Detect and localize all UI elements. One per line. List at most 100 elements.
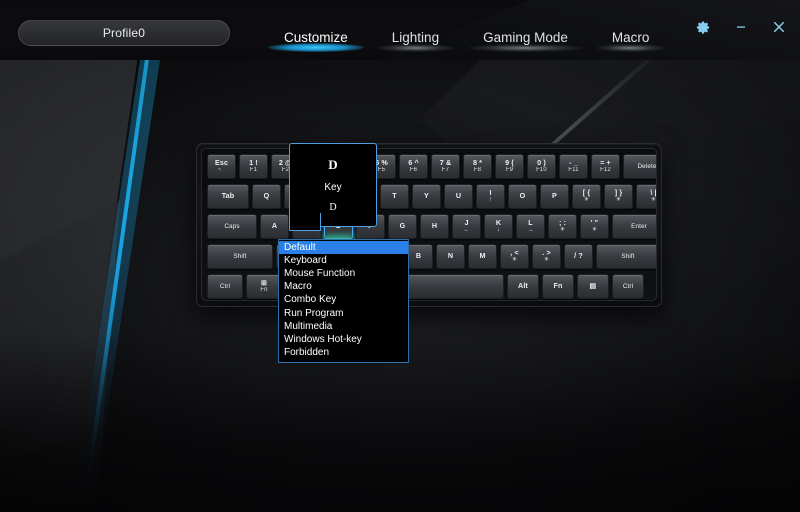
tab-macro[interactable]: Macro [590,30,672,54]
key-7-f7[interactable]: 7 & F7 [431,154,460,179]
dropdown-item-default[interactable]: Default [279,241,408,255]
key-legend-secondary: F12 [600,167,611,174]
key-legend-primary: \ | [650,188,657,198]
key-legend-secondary: F2 [281,167,290,174]
key-y[interactable]: Y [412,184,441,209]
keyboard-chassis: Esc~ `1 !F12 @F23 #F34 $F45 %F56 ^F67 &F… [196,143,662,307]
key-legend-secondary: ☀ [583,197,590,204]
settings-gear-button[interactable] [692,16,714,38]
key-legend-secondary: F10 [536,167,547,174]
key-key-fn[interactable]: ⊞ Fn [246,274,282,299]
key-shift[interactable]: Shift [596,244,656,269]
key-legend-primary: Ctrl [622,282,634,290]
key-function-dropdown[interactable]: Default Keyboard Mouse Function Macro Combo … [278,239,409,363]
key-legend-primary: K [495,218,502,228]
key-tab[interactable]: Tab [207,184,249,209]
key-legend-primary: Caps [224,222,240,230]
key-key-[interactable]: \ | ☀ [636,184,657,209]
key-legend-secondary: F7 [441,167,450,174]
key-key-[interactable]: ' " ☀ [580,214,609,239]
key-t[interactable]: T [380,184,409,209]
key-legend-secondary: ~ ` [217,167,226,174]
dropdown-item-mouse-function[interactable]: Mouse Function [279,267,408,280]
key-g[interactable]: G [388,214,417,239]
key-key-[interactable]: . > ☀ [532,244,561,269]
tab-customize[interactable]: Customize [262,30,370,54]
profile-value: Profile0 [102,26,146,40]
dropdown-item-keyboard[interactable]: Keyboard [279,254,408,267]
key-ctrl[interactable]: Ctrl [207,274,243,299]
key-o[interactable]: O [508,184,537,209]
key-legend-primary: J [464,218,469,228]
key-9-f9[interactable]: 9 (F9 [495,154,524,179]
key-legend-primary: T [392,191,397,201]
key-legend-secondary: ☀ [543,257,550,264]
key-key-[interactable]: ] } ☀ [604,184,633,209]
key-ctrl[interactable]: Ctrl [612,274,644,299]
profile-input[interactable]: Profile0 [18,20,230,46]
key-key-[interactable]: [ {☀ [572,184,601,209]
dropdown-item-forbidden[interactable]: Forbidden [279,347,408,360]
key-delete[interactable]: Delete [623,154,657,179]
key-legend-primary: Alt [518,281,528,291]
key-legend-primary: 7 & [439,158,452,168]
key-key[interactable]: ▤ [577,274,609,299]
key-legend-secondary: ☀ [650,197,657,204]
key-key-[interactable]: ; : ☀ [548,214,577,239]
key-fn[interactable]: Fn [542,274,574,299]
tab-gaming-mode[interactable]: Gaming Mode [461,30,590,54]
key-esc-[interactable]: Esc ~ ` [207,154,236,179]
key-q[interactable]: Q [252,184,281,209]
key-legend-primary: L [528,218,533,228]
key-k-[interactable]: K ↓ [484,214,513,239]
key-key[interactable]: / ? [564,244,593,269]
dropdown-item-multimedia[interactable]: Multimedia [279,320,408,333]
key-8-f8[interactable]: 8 * F8 [463,154,492,179]
key-m[interactable]: M [468,244,497,269]
key-a[interactable]: A [260,214,289,239]
key-0-f10[interactable]: 0 ) F10 [527,154,556,179]
close-button[interactable] [768,16,790,38]
key-enter[interactable]: Enter [612,214,656,239]
dropdown-item-windows-hot-key[interactable]: Windows Hot-key [279,333,408,346]
key-shift[interactable]: Shift [207,244,273,269]
tab-label: Customize [284,30,348,45]
dropdown-item-run-program[interactable]: Run Program [279,307,408,320]
key-n[interactable]: N [436,244,465,269]
key-popup-tail-cover [290,211,319,216]
key-i-[interactable]: I ↑ [476,184,505,209]
key-j-[interactable]: J ← [452,214,481,239]
tab-lighting[interactable]: Lighting [370,30,461,54]
dropdown-item-macro[interactable]: Macro [279,281,408,294]
key-legend-primary: A [271,221,278,231]
key-legend-primary: Delete [637,162,657,170]
key-popup-assigned: D [329,202,337,213]
key-key-[interactable]: , < ☀ [500,244,529,269]
minimize-icon [734,20,748,34]
key-h[interactable]: H [420,214,449,239]
tab-bar: Customize Lighting Gaming Mode Macro [262,30,671,54]
key-l-[interactable]: L → [516,214,545,239]
key-legend-secondary: ☀ [511,257,518,264]
key-legend-primary: = + [600,158,611,168]
tab-label: Lighting [391,30,440,45]
key-p[interactable]: P [540,184,569,209]
key-caps[interactable]: Caps [207,214,257,239]
key-key-f12[interactable]: = + F12 [591,154,620,179]
key-key-f11[interactable]: - _ F11 [559,154,588,179]
key-alt[interactable]: Alt [507,274,539,299]
dropdown-item-combo-key[interactable]: Combo Key [279,294,408,307]
key-6-f6[interactable]: 6 ^ F6 [399,154,428,179]
key-legend-primary: 8 * [472,158,483,168]
key-legend-primary: Q [263,191,270,201]
key-legend-primary: 0 ) [537,158,546,168]
keyboard-graphic: Esc~ `1 !F12 @F23 #F34 $F45 %F56 ^F67 &F… [196,143,662,307]
key-u[interactable]: U [444,184,473,209]
key-1-f1[interactable]: 1 ! F1 [239,154,268,179]
key-legend-secondary: F8 [473,167,482,174]
key-legend-secondary: ☀ [615,197,622,204]
minimize-button[interactable] [730,16,752,38]
app-window: Profile0 Customize Lighting Gaming Mode Mac… [0,0,800,512]
key-legend-secondary: F11 [568,167,579,174]
key-legend-primary: H [431,221,438,231]
